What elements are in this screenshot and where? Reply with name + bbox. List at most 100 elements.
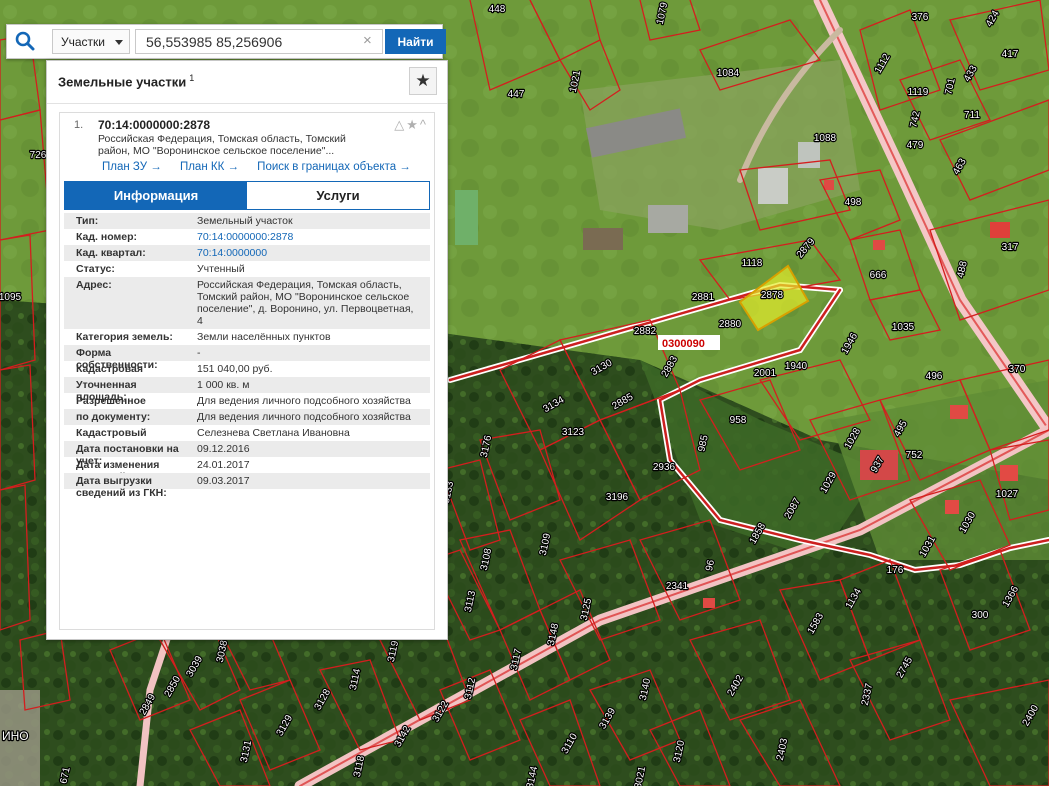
parcel-label: 376: [912, 12, 929, 23]
clear-icon[interactable]: ×: [363, 32, 372, 50]
star-icon: ★: [415, 71, 431, 90]
parcel-label: 1119: [908, 87, 929, 98]
panel-title: Земельные участки 1: [58, 73, 194, 89]
favorites-button[interactable]: ★: [409, 67, 437, 95]
info-row-label: Категория земель:: [76, 331, 173, 343]
parcel-label: 2878: [761, 290, 784, 301]
chevron-down-icon: [115, 40, 123, 45]
info-row: Дата выгрузки сведений из ГКН: 09.03.2017: [64, 473, 430, 499]
search-input[interactable]: [135, 29, 383, 54]
results-panel: Земельные участки 1 ★ 1. 70:14:0000000:28…: [46, 60, 448, 640]
result-address: Российская Федерация, Томская область, Т…: [98, 133, 346, 157]
parcel-label: 496: [926, 371, 943, 382]
result-cad-number[interactable]: 70:14:0000000:2878: [98, 118, 210, 132]
result-links: План ЗУ → План КК → Поиск в границах объ…: [102, 161, 432, 173]
info-row: Статус: Учтенный: [64, 261, 430, 277]
info-row: Кад. номер: 70:14:0000000:2878: [64, 229, 430, 245]
info-row-value[interactable]: 70:14:0000000:2878: [197, 231, 422, 243]
plan-kk-link[interactable]: План КК →: [180, 161, 239, 173]
info-row-value: -: [197, 347, 201, 359]
info-row-value: 09.03.2017: [197, 475, 250, 487]
parcel-label: 726: [30, 150, 47, 161]
info-row: Разрешенное использование:Для ведения ли…: [64, 393, 430, 419]
parcel-label: 666: [870, 270, 887, 281]
info-row-value: 1 000 кв. м: [197, 379, 250, 391]
info-row-label: Дата выгрузки сведений из ГКН:: [76, 475, 167, 499]
parcel-label: 2341: [666, 581, 689, 592]
info-row-label: Адрес:: [76, 279, 112, 291]
parcel-label: 447: [508, 89, 525, 100]
parcel-label: 2880: [719, 319, 742, 330]
result-card: 1. 70:14:0000000:2878 △★^ Российская Фед…: [59, 112, 435, 630]
parcel-label: 2001: [754, 368, 777, 379]
parcel-label: 317: [1002, 242, 1019, 253]
layer-select-value: Участки: [61, 35, 105, 49]
info-row-label: по документу:: [76, 411, 151, 423]
info-row: Категория земель: Земли населённых пункто…: [64, 329, 430, 345]
parcel-label: 752: [906, 450, 923, 461]
result-index: 1.: [74, 119, 84, 131]
parcel-label: 711: [964, 110, 980, 121]
parcel-label: 176: [887, 565, 904, 576]
panel-header: Земельные участки 1 ★: [47, 61, 447, 104]
parcel-label: 1027: [996, 489, 1019, 500]
quarter-number: 0300090: [662, 338, 705, 350]
info-row-value: 151 040,00 руб.: [197, 363, 273, 375]
parcel-label: 3196: [606, 492, 629, 503]
parcel-label: 1095: [0, 292, 22, 303]
info-row: Дата изменения сведений в ГКН:24.01.2017: [64, 457, 430, 483]
parcel-label: 1118: [742, 258, 763, 269]
info-row-value: Земельный участок: [197, 215, 293, 227]
info-row-value: Для ведения личного подсобного хозяйства: [197, 411, 411, 423]
info-row-value: Учтенный: [197, 263, 245, 275]
info-row: Адрес: Российская Федерация, Томская обла…: [64, 277, 430, 329]
info-row-label: Тип:: [76, 215, 99, 227]
search-in-bounds-link[interactable]: Поиск в границах объекта →: [257, 161, 411, 173]
parcel-label: 370: [1009, 364, 1026, 375]
tab-services[interactable]: Услуги: [247, 182, 429, 209]
parcel-label: 300: [972, 610, 989, 621]
info-row-value[interactable]: 70:14:0000000: [197, 247, 422, 259]
results-count: 1: [189, 73, 195, 83]
search-icon[interactable]: [15, 31, 35, 51]
parcel-label: 2936: [653, 462, 676, 473]
info-row-value: 24.01.2017: [197, 459, 250, 471]
parcel-label: 498: [845, 197, 862, 208]
info-row-value: Российская Федерация, Томская область, Т…: [197, 279, 414, 327]
tab-information[interactable]: Информация: [65, 182, 247, 209]
parcel-label: 1088: [814, 133, 837, 144]
result-actions-icons[interactable]: △★^: [394, 117, 428, 133]
info-row: Уточненная площадь: 1 000 кв. м: [64, 377, 430, 403]
info-row: по документу: Для ведения личного подсобн…: [64, 409, 430, 425]
plan-zu-link[interactable]: План ЗУ →: [102, 161, 162, 173]
search-bar: Участки × Найти: [6, 24, 446, 59]
info-row-label: Кад. квартал:: [76, 247, 146, 259]
panel-title-text: Земельные участки: [58, 74, 187, 90]
parcel-label: 1035: [892, 322, 915, 333]
parcel-label: 2882: [634, 326, 657, 337]
parcel-label: 3123: [562, 427, 585, 438]
info-row-value: 09.12.2016: [197, 443, 250, 455]
info-row-value: Для ведения личного подсобного хозяйства: [197, 395, 411, 407]
info-row: Кадастровая стоимость:151 040,00 руб.: [64, 361, 430, 387]
parcel-label: 1084: [717, 68, 740, 79]
info-row: Тип: Земельный участок: [64, 213, 430, 229]
info-row-label: Статус:: [76, 263, 115, 275]
parcel-label: 479: [907, 140, 924, 151]
parcel-label: 1940: [785, 361, 808, 372]
info-row: Кадастровый инженер:Селезнева Светлана И…: [64, 425, 430, 451]
parcel-label: 448: [489, 4, 506, 15]
info-row-value: Земли населённых пунктов: [197, 331, 331, 343]
info-row: Форма собственности: -: [64, 345, 430, 371]
info-table: Тип: Земельный участок Кад. номер: 70:14:00…: [64, 213, 430, 499]
parcel-label: 417: [1002, 49, 1019, 60]
parcel-label: 958: [730, 415, 747, 426]
info-row: Дата постановки на учет: 09.12.2016: [64, 441, 430, 467]
layer-select[interactable]: Участки: [52, 29, 130, 54]
quarter-label: 0300090: [658, 335, 720, 350]
tabs: Информация Услуги: [64, 181, 430, 210]
parcel-label: 2881: [692, 292, 715, 303]
find-button[interactable]: Найти: [385, 29, 446, 54]
village-label: ИНО: [2, 729, 29, 743]
info-row-value: Селезнева Светлана Ивановна: [197, 427, 350, 439]
